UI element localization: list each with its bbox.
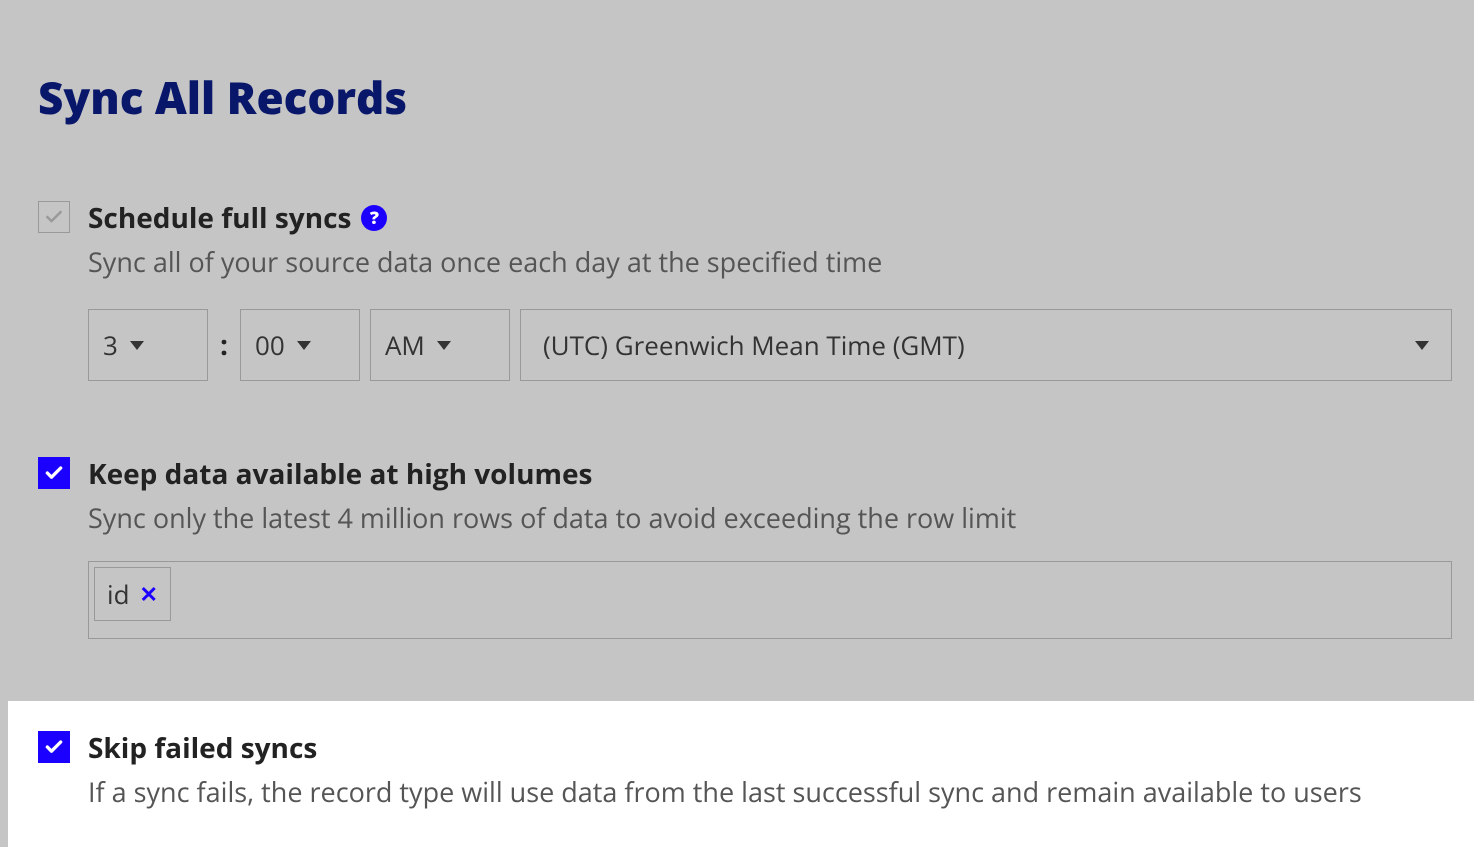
skip-failed-label: Skip failed syncs xyxy=(88,729,1452,767)
period-select[interactable]: AM xyxy=(370,309,510,381)
chevron-down-icon xyxy=(297,341,311,350)
keep-data-desc: Sync only the latest 4 million rows of d… xyxy=(88,499,1452,537)
check-icon xyxy=(44,207,64,227)
page-title: Sync All Records xyxy=(38,67,1452,127)
chevron-down-icon xyxy=(1415,341,1429,350)
minute-value: 00 xyxy=(255,327,285,363)
schedule-checkbox[interactable] xyxy=(38,201,70,233)
time-colon: : xyxy=(218,326,230,364)
period-value: AM xyxy=(385,327,425,363)
keep-data-label: Keep data available at high volumes xyxy=(88,455,1452,493)
timezone-select[interactable]: (UTC) Greenwich Mean Time (GMT) xyxy=(520,309,1452,381)
close-icon[interactable]: ✕ xyxy=(139,579,157,609)
keep-data-section: Keep data available at high volumes Sync… xyxy=(38,443,1452,651)
chevron-down-icon xyxy=(437,341,451,350)
schedule-label: Schedule full syncs xyxy=(88,199,351,237)
schedule-section: Schedule full syncs ? Sync all of your s… xyxy=(38,187,1452,393)
hour-value: 3 xyxy=(103,327,118,363)
check-icon xyxy=(44,463,64,483)
chevron-down-icon xyxy=(130,341,144,350)
tag-label: id xyxy=(107,576,129,612)
skip-failed-section: Skip failed syncs If a sync fails, the r… xyxy=(8,701,1474,847)
hour-select[interactable]: 3 xyxy=(88,309,208,381)
help-icon[interactable]: ? xyxy=(361,205,387,231)
keep-data-checkbox[interactable] xyxy=(38,457,70,489)
skip-failed-desc: If a sync fails, the record type will us… xyxy=(88,773,1452,811)
tag-container[interactable]: id ✕ xyxy=(88,561,1452,639)
check-icon xyxy=(44,737,64,757)
minute-select[interactable]: 00 xyxy=(240,309,360,381)
timezone-value: (UTC) Greenwich Mean Time (GMT) xyxy=(543,327,965,363)
tag-id: id ✕ xyxy=(94,567,171,621)
schedule-desc: Sync all of your source data once each d… xyxy=(88,243,1452,281)
skip-failed-checkbox[interactable] xyxy=(38,731,70,763)
